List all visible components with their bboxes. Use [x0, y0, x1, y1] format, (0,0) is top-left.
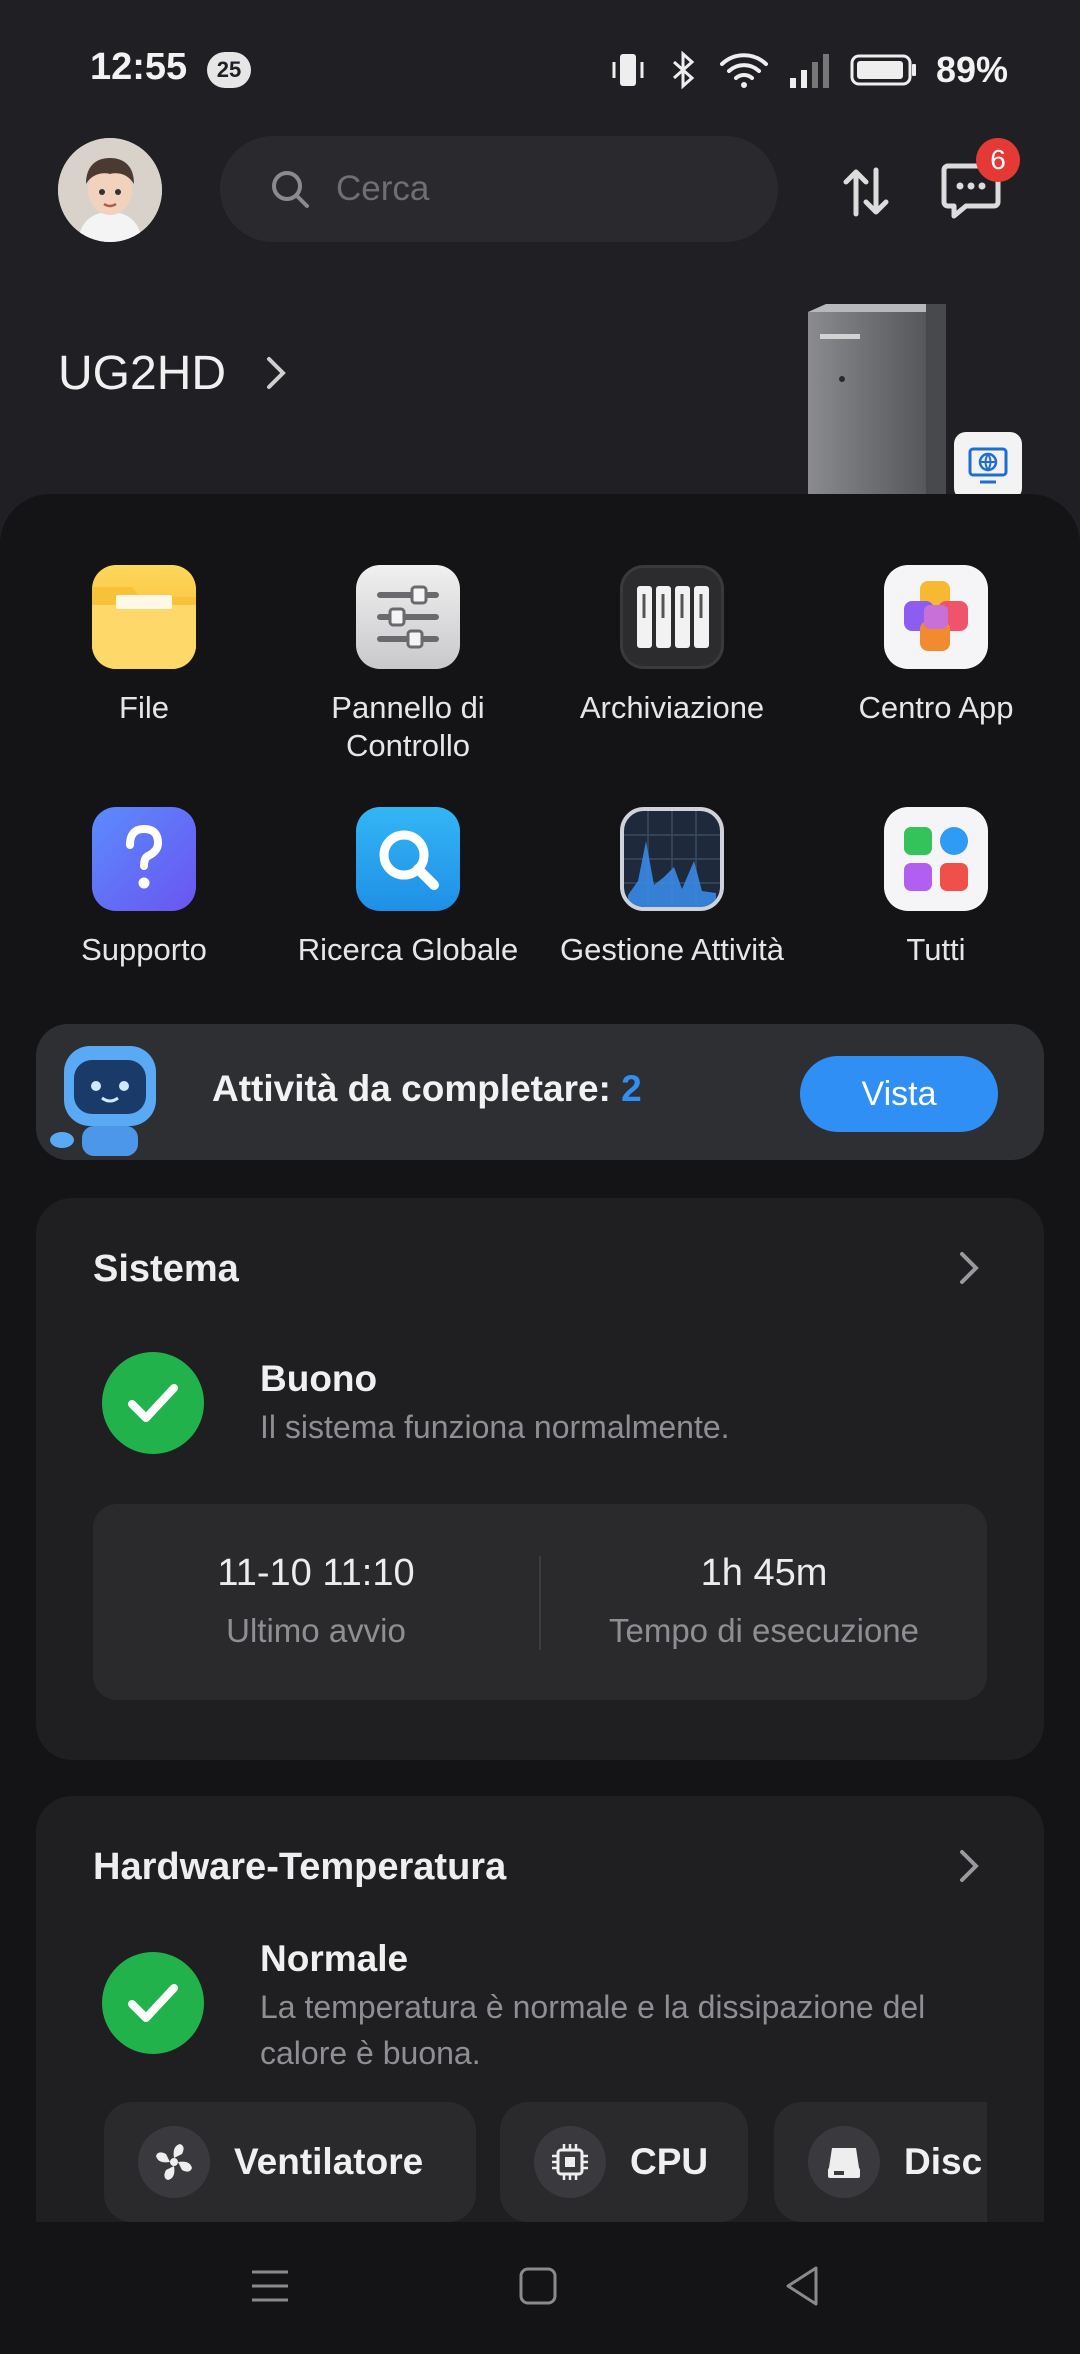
chevron-right-icon[interactable]: [956, 1846, 982, 1886]
app-activity-monitor[interactable]: Gestione Attività: [540, 807, 804, 969]
check-circle-icon: [102, 1952, 204, 2054]
search-placeholder: Cerca: [336, 169, 430, 208]
app-file[interactable]: File: [12, 565, 276, 727]
hardware-chips-row: Ventilatore CPU Disc: [104, 2102, 987, 2222]
app-global-search[interactable]: Ricerca Globale: [276, 807, 540, 969]
remote-access-button[interactable]: [954, 432, 1022, 500]
hardware-card[interactable]: Hardware-Temperatura Normale La temperat…: [36, 1796, 1044, 2222]
app-label: Gestione Attività: [559, 932, 784, 967]
system-stats-box: 11-10 11:10 Ultimo avvio 1h 45m Tempo di…: [93, 1504, 987, 1700]
robot-mascot-icon: [50, 1046, 156, 1156]
global-search-icon: [356, 807, 460, 911]
app-app-center[interactable]: Centro App: [804, 565, 1068, 727]
hardware-status-subtitle: La temperatura è normale e la dissipazio…: [260, 1989, 926, 2071]
messages-badge: 6: [976, 138, 1020, 182]
app-label: Archiviazione: [579, 690, 765, 725]
search-icon: [272, 171, 309, 208]
cpu-icon: [534, 2126, 606, 2198]
last-boot-label: Ultimo avvio: [226, 1612, 406, 1649]
transfer-icon: [843, 167, 889, 217]
uptime-value: 1h 45m: [700, 1552, 828, 1594]
hardware-status-title: Normale: [260, 1938, 409, 1979]
all-apps-icon: [884, 807, 988, 911]
hardware-card-title: Hardware-Temperatura: [93, 1846, 507, 1888]
system-card[interactable]: Sistema Buono Il sistema funziona normal…: [36, 1198, 1044, 1760]
disk-icon: [808, 2126, 880, 2198]
chip-label: Disc: [904, 2141, 983, 2182]
status-icons: 89%: [608, 46, 1008, 94]
pending-tasks-label: Attività da completare:: [212, 1068, 611, 1109]
system-status-title: Buono: [260, 1358, 378, 1399]
pending-tasks-text: Attività da completare: 2: [212, 1068, 642, 1110]
avatar[interactable]: [58, 138, 162, 242]
battery-percent: 89%: [935, 49, 1008, 90]
help-icon: [92, 807, 196, 911]
last-boot-value: 11-10 11:10: [217, 1552, 415, 1594]
app-center-icon: [884, 565, 988, 669]
disk-chip[interactable]: Disc: [774, 2102, 987, 2222]
battery-icon: [850, 54, 916, 86]
system-status-subtitle: Il sistema funziona normalmente.: [260, 1409, 730, 1445]
signal-icon: [789, 54, 829, 88]
app-label: Centro App: [858, 690, 1014, 725]
app-storage[interactable]: Archiviazione: [540, 565, 804, 727]
chevron-right-icon[interactable]: [956, 1248, 982, 1288]
app-label: File: [119, 690, 169, 725]
app-support[interactable]: Supporto: [12, 807, 276, 969]
check-circle-icon: [102, 1352, 204, 1454]
bluetooth-icon: [672, 50, 695, 90]
app-all[interactable]: Tutti: [804, 807, 1068, 969]
view-tasks-button[interactable]: Vista: [800, 1056, 998, 1132]
device-name-link[interactable]: UG2HD: [58, 346, 291, 401]
home-icon[interactable]: [518, 2266, 558, 2306]
avatar-image: [58, 138, 162, 242]
pending-tasks-banner[interactable]: Attività da completare: 2 Vista: [36, 1024, 1044, 1160]
chip-label: CPU: [630, 2141, 709, 2182]
app-control-panel[interactable]: Pannello di Controllo: [276, 565, 540, 765]
menu-icon[interactable]: [250, 2266, 290, 2306]
chevron-right-icon: [267, 357, 287, 389]
activity-monitor-icon: [620, 807, 724, 911]
uptime-label: Tempo di esecuzione: [608, 1612, 920, 1649]
globe-monitor-icon: [968, 447, 1008, 484]
search-input[interactable]: Cerca: [220, 136, 778, 242]
system-nav-bar: [0, 2222, 1080, 2354]
app-label: Ricerca Globale: [297, 932, 519, 967]
drives-icon: [620, 565, 724, 669]
app-label: Tutti: [906, 932, 966, 967]
notification-count-badge: 25: [207, 52, 251, 88]
sliders-icon: [356, 565, 460, 669]
folder-icon: [92, 565, 196, 669]
nas-device-image: [800, 296, 950, 520]
system-card-title: Sistema: [93, 1248, 239, 1290]
app-label: Supporto: [81, 932, 207, 967]
device-name: UG2HD: [58, 347, 227, 400]
fan-icon: [138, 2126, 210, 2198]
cpu-chip[interactable]: CPU: [500, 2102, 748, 2222]
pending-tasks-count: 2: [621, 1068, 642, 1109]
vibrate-icon: [612, 54, 644, 86]
app-label: Pannello di Controllo: [331, 690, 485, 763]
status-time: 12:55: [90, 46, 188, 88]
chip-label: Ventilatore: [234, 2141, 424, 2182]
transfer-button[interactable]: [838, 164, 894, 225]
status-bar: 12:55 25 89%: [0, 0, 1080, 140]
fan-chip[interactable]: Ventilatore: [104, 2102, 476, 2222]
wifi-icon: [719, 53, 768, 88]
back-icon[interactable]: [782, 2264, 822, 2308]
